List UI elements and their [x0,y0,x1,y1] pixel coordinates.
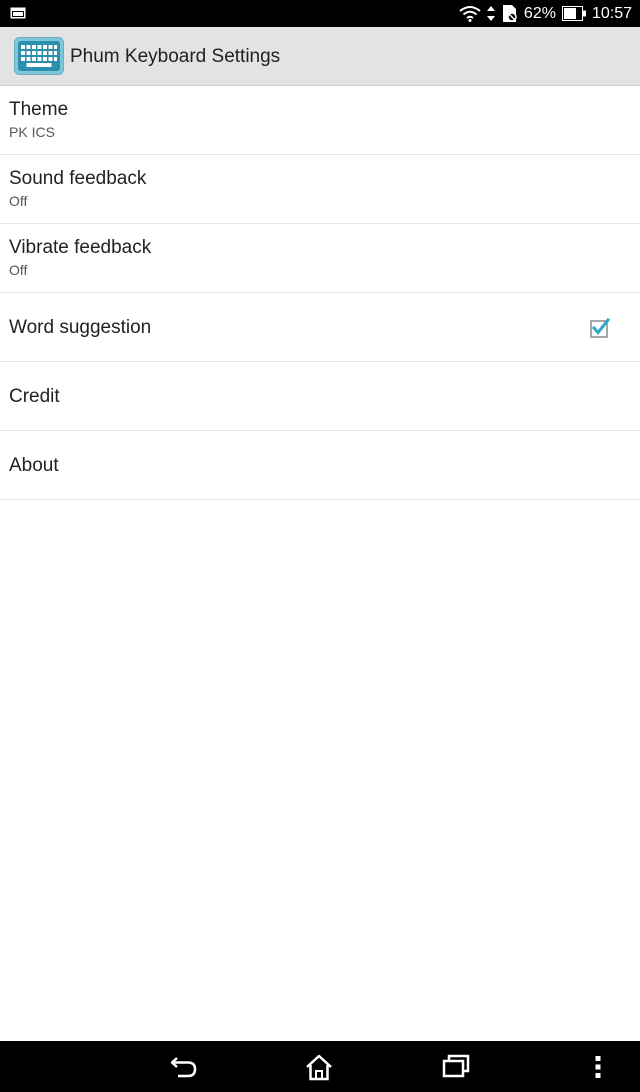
action-bar: Phum Keyboard Settings [0,27,640,86]
clock: 10:57 [591,5,632,22]
keyboard-icon[interactable] [14,37,64,75]
recent-apps-icon[interactable] [442,1054,470,1078]
settings-screen: 62% 10:57 Phum Keyboard Settings Theme P… [0,0,640,1092]
pref-title: Vibrate feedback [9,237,152,258]
pref-word-suggestion[interactable]: Word suggestion [0,293,640,362]
wifi-icon [459,6,481,22]
status-bar: 62% 10:57 [0,0,640,27]
back-icon[interactable] [169,1054,199,1080]
pref-title: Theme [9,99,69,120]
pref-summary: Off [9,193,28,209]
data-transfer-icon [486,6,495,21]
preferences-list: Theme PK ICS Sound feedback Off Vibrate … [0,86,640,500]
pref-sound-feedback[interactable]: Sound feedback Off [0,155,640,224]
home-icon[interactable] [305,1054,333,1081]
pref-summary: Off [9,262,28,278]
pref-title: Sound feedback [9,168,147,189]
pref-theme[interactable]: Theme PK ICS [0,86,640,155]
word-suggestion-checkbox[interactable] [590,318,610,338]
notification-image-icon [10,7,26,19]
battery-icon [561,6,586,21]
status-icons: 62% 10:57 [459,0,632,27]
pref-vibrate-feedback[interactable]: Vibrate feedback Off [0,224,640,293]
pref-title: Credit [9,386,60,407]
navigation-bar [0,1041,640,1092]
pref-title: Word suggestion [9,317,152,338]
battery-percentage: 62% [523,5,556,22]
pref-credit[interactable]: Credit [0,362,640,431]
overflow-menu-icon[interactable] [594,1055,602,1079]
pref-title: About [9,455,59,476]
page-title: Phum Keyboard Settings [70,46,281,67]
pref-summary: PK ICS [9,124,55,140]
no-sim-icon [502,5,517,22]
pref-about[interactable]: About [0,431,640,500]
